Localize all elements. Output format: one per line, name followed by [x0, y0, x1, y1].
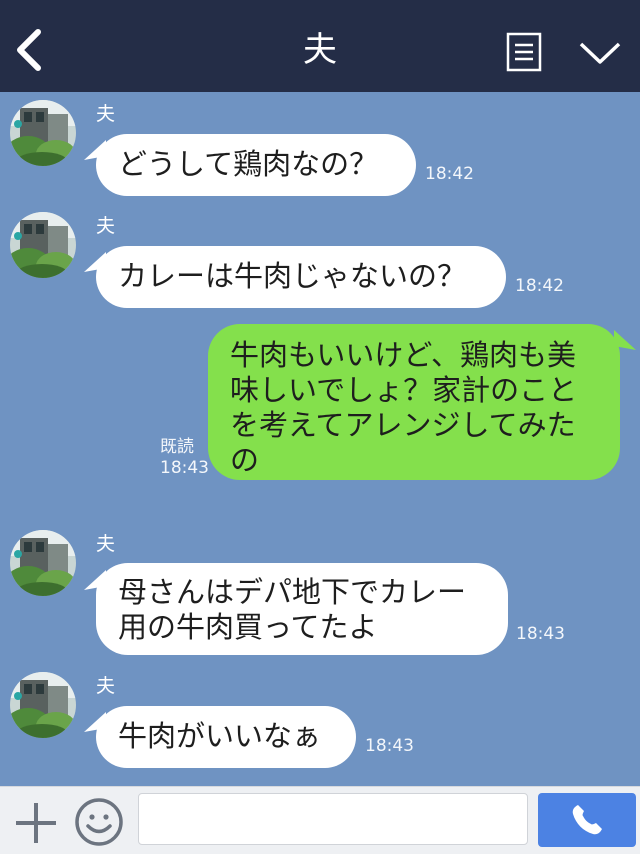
sender-name: 夫: [96, 215, 116, 237]
avatar[interactable]: [10, 530, 76, 596]
message-line: 味しいでしょ？家計のこと: [230, 373, 578, 407]
message-time: 18:42: [515, 276, 564, 296]
message-bubble[interactable]: カレーは牛肉じゃないの？: [96, 246, 506, 308]
message-line: 用の牛肉買ってたよ: [118, 610, 378, 644]
message-text: どうして鶏肉なの？: [118, 147, 379, 181]
message-time: 18:43: [365, 736, 414, 756]
message-line: の: [230, 443, 260, 477]
message-time: 18:42: [425, 164, 474, 184]
smile-icon: [75, 798, 123, 846]
call-button[interactable]: [538, 793, 636, 847]
sender-name: 夫: [96, 675, 116, 697]
menu-button[interactable]: [506, 32, 542, 72]
chevron-left-icon: [17, 29, 41, 71]
message-time: 18:43: [160, 458, 209, 478]
message-line: を考えてアレンジしてみた: [230, 408, 576, 442]
sender-name: 夫: [96, 533, 116, 555]
sender-name: 夫: [96, 103, 116, 125]
message-bubble[interactable]: 牛肉もいいけど、鶏肉も美 味しいでしょ？家計のこと を考えてアレンジしてみた の: [208, 324, 620, 480]
chevron-down-icon: [579, 42, 621, 64]
input-bar: [0, 786, 640, 854]
message-text: 牛肉がいいなぁ: [118, 719, 322, 753]
message-time: 18:43: [516, 624, 565, 644]
plus-icon: [16, 803, 56, 843]
avatar-image: [10, 212, 76, 278]
avatar-image: [10, 672, 76, 738]
message-line: 牛肉もいいけど、鶏肉も美: [230, 338, 576, 372]
avatar-image: [10, 530, 76, 596]
message-input[interactable]: [138, 793, 528, 845]
avatar-image: [10, 100, 76, 166]
message-bubble[interactable]: 牛肉がいいなぁ: [96, 706, 356, 768]
read-receipt: 既読: [160, 437, 194, 457]
message-line: 母さんはデパ地下でカレー: [118, 575, 467, 609]
phone-icon: [572, 805, 602, 835]
avatar[interactable]: [10, 212, 76, 278]
sticker-button[interactable]: [74, 797, 124, 847]
avatar[interactable]: [10, 672, 76, 738]
add-button[interactable]: [14, 801, 58, 845]
page-title: 夫: [303, 30, 337, 70]
avatar[interactable]: [10, 100, 76, 166]
chat-header: 夫: [0, 0, 640, 92]
dropdown-button[interactable]: [578, 38, 622, 68]
message-bubble[interactable]: 母さんはデパ地下でカレー 用の牛肉買ってたよ: [96, 563, 508, 655]
message-bubble[interactable]: どうして鶏肉なの？: [96, 134, 416, 196]
back-button[interactable]: [14, 28, 44, 72]
list-icon: [506, 32, 542, 72]
message-text: カレーは牛肉じゃないの？: [118, 259, 467, 293]
